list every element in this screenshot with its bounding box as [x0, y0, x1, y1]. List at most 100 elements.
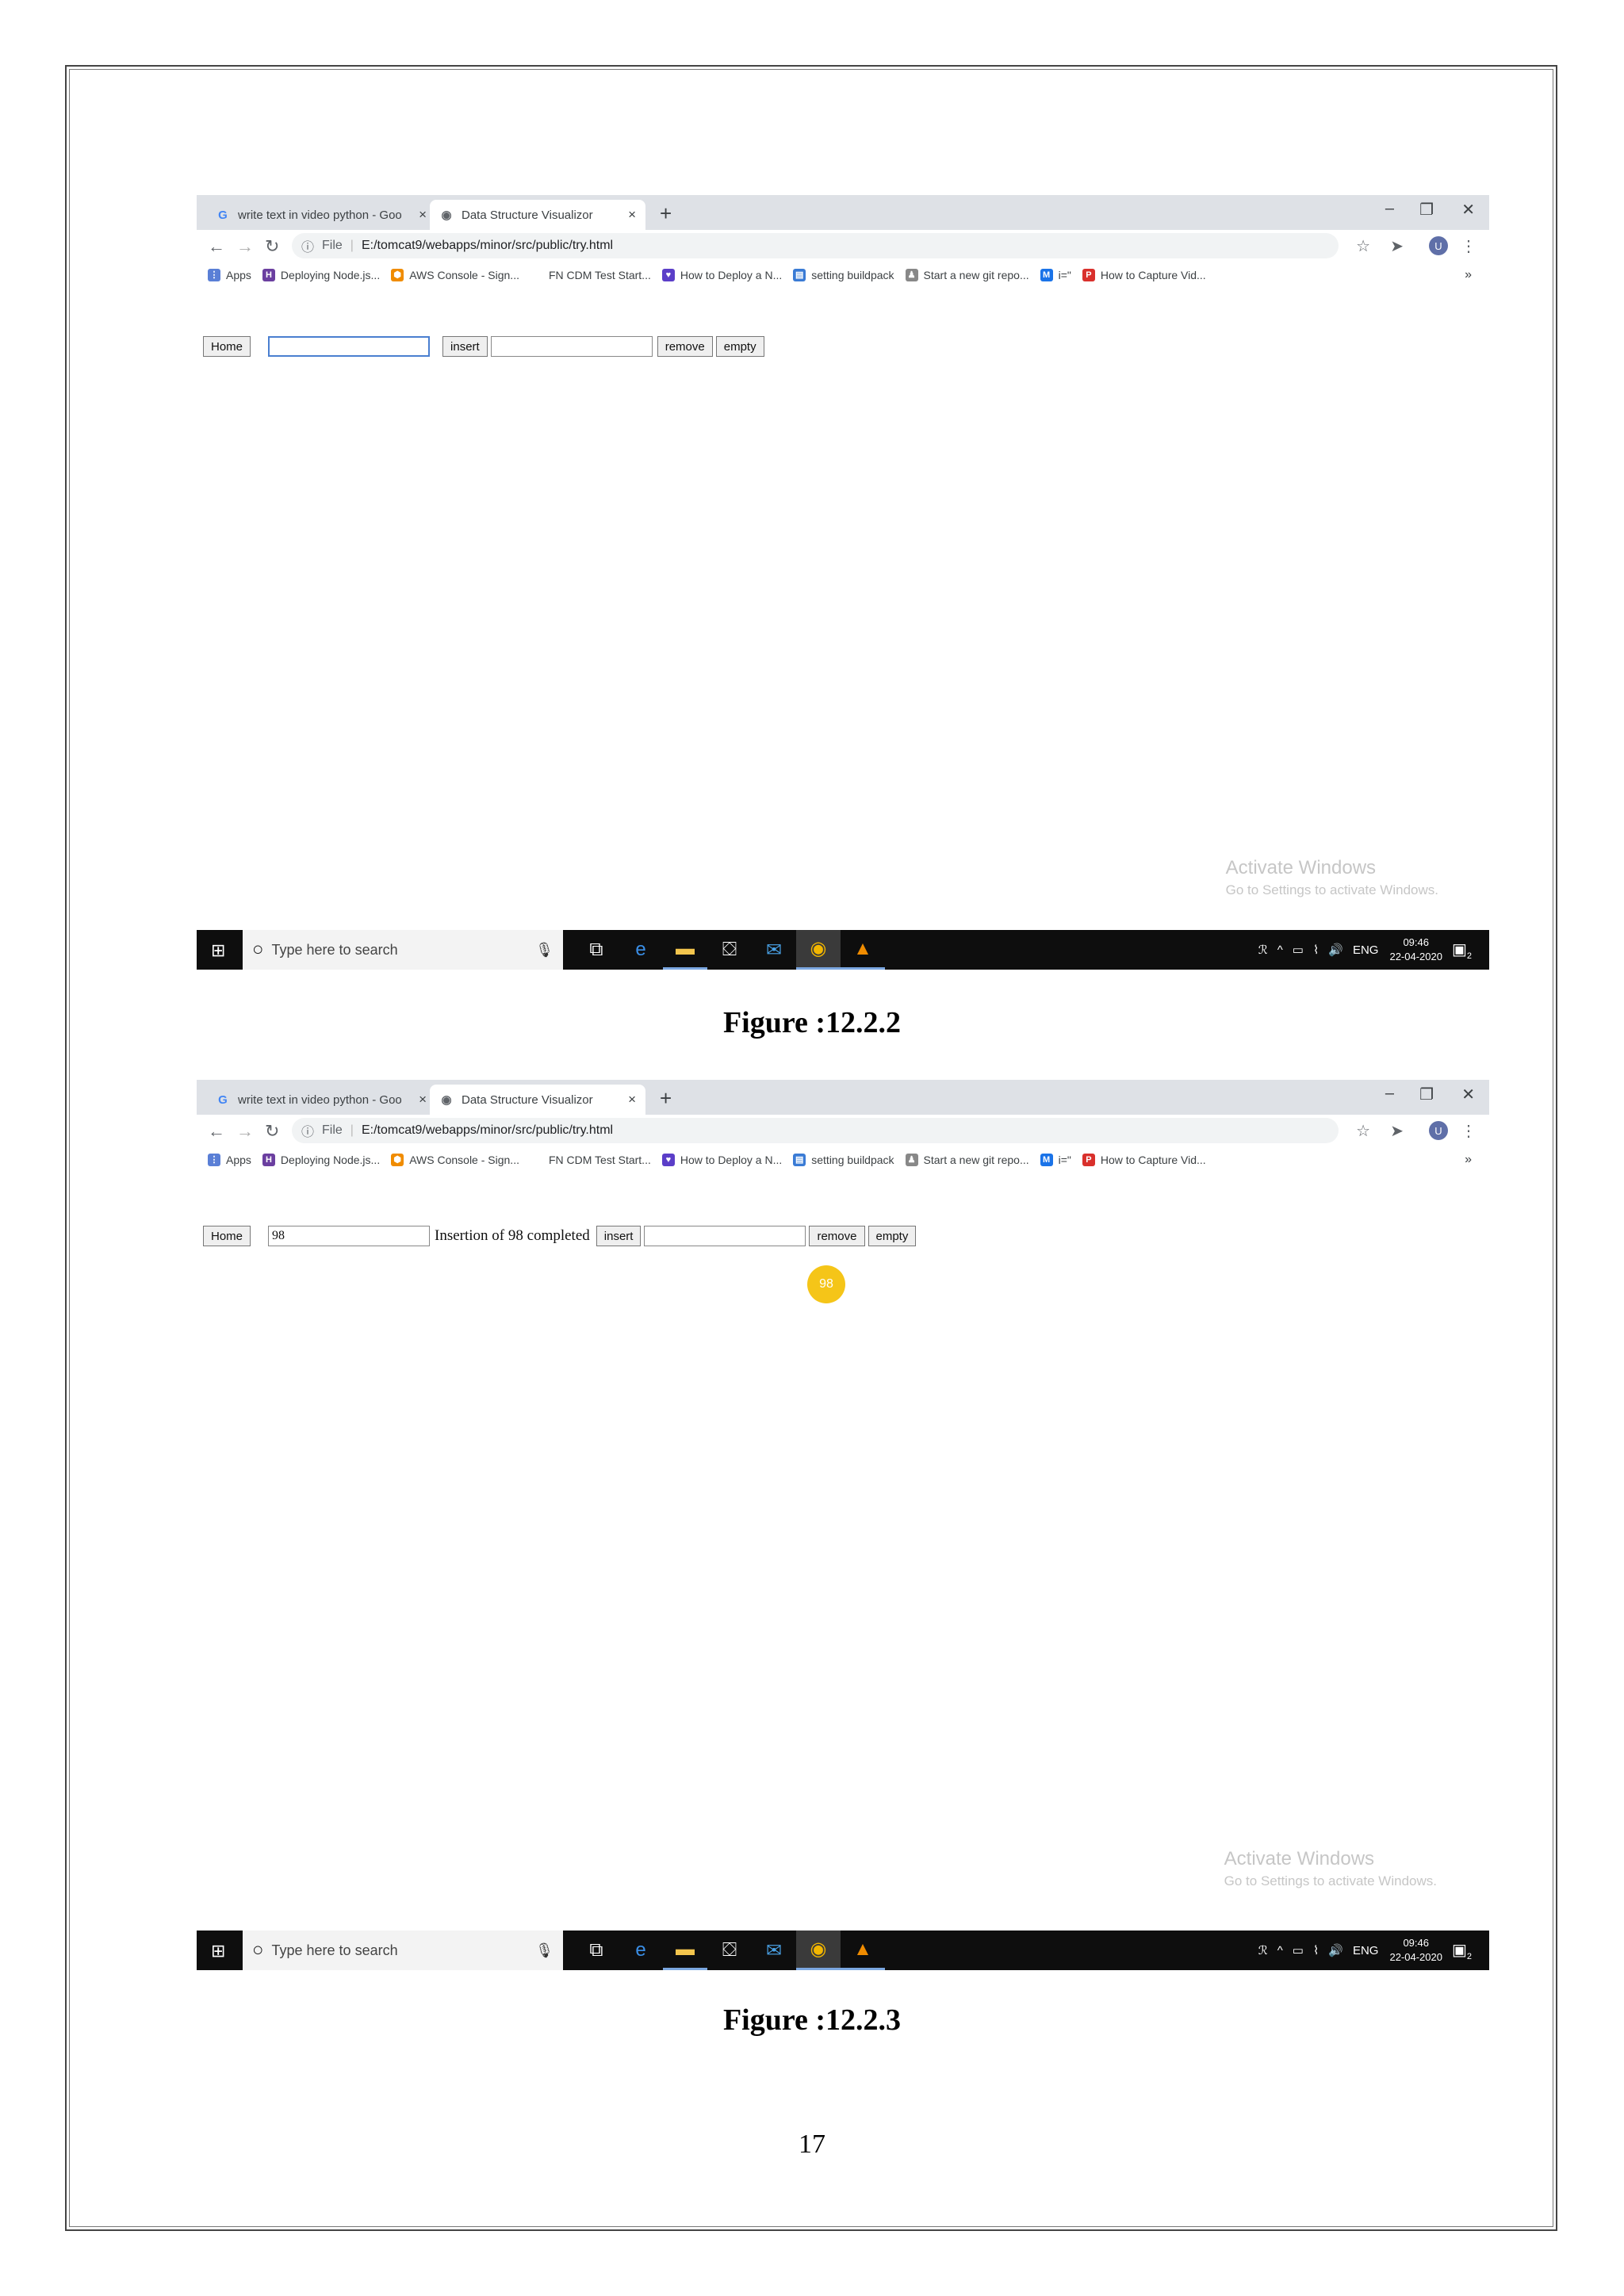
tab-close-icon[interactable]: ×	[419, 207, 427, 223]
remove-button[interactable]: remove	[657, 336, 713, 357]
bookmark-how-to-deploy[interactable]: ♥ How to Deploy a N...	[661, 269, 782, 281]
avatar[interactable]: U	[1429, 236, 1448, 255]
home-button[interactable]: Home	[203, 336, 251, 357]
bookmarks-more-icon[interactable]: »	[1465, 1153, 1472, 1167]
edge-icon[interactable]: e	[619, 1931, 663, 1970]
restore-button[interactable]: ❐	[1419, 1085, 1434, 1104]
bookmark-apps[interactable]: ⋮ Apps	[208, 269, 251, 281]
vlc-icon[interactable]: ▲	[841, 930, 885, 970]
tab-close-icon[interactable]: ×	[628, 207, 636, 223]
remove-value-input[interactable]	[644, 1226, 806, 1246]
mail-icon[interactable]: ✉	[752, 1931, 796, 1970]
home-button[interactable]: Home	[203, 1226, 251, 1246]
chevron-up-icon[interactable]: ^	[1277, 943, 1283, 957]
star-icon[interactable]: ☆	[1356, 236, 1370, 256]
value-input[interactable]	[268, 336, 431, 357]
battery-icon[interactable]: ▭	[1293, 943, 1304, 957]
file-explorer-icon[interactable]: ▬	[663, 930, 707, 970]
bookmark-start-git-repo[interactable]: ♟ Start a new git repo...	[905, 269, 1029, 281]
volume-icon[interactable]: 🔊	[1328, 943, 1343, 957]
bookmark-how-to-deploy[interactable]: ♥ How to Deploy a N...	[661, 1154, 782, 1166]
value-input[interactable]: 98	[268, 1226, 431, 1246]
window-close-button[interactable]: ✕	[1461, 1085, 1475, 1104]
forward-arrow-icon[interactable]: →	[236, 236, 254, 257]
network-icon[interactable]: ⌇	[1313, 943, 1319, 957]
notification-icon[interactable]: ▣2	[1452, 939, 1472, 961]
taskbar-search-box[interactable]: ○ Type here to search 🎙	[243, 930, 563, 970]
window-close-button[interactable]: ✕	[1461, 200, 1475, 220]
notification-icon[interactable]: ▣2	[1452, 1940, 1472, 1961]
insert-button[interactable]: insert	[442, 336, 488, 357]
battery-icon[interactable]: ▭	[1293, 1943, 1304, 1957]
address-bar[interactable]: ⓘ File | E:/tomcat9/webapps/minor/src/pu…	[292, 233, 1339, 258]
task-view-icon[interactable]: ⧉	[574, 930, 619, 970]
back-arrow-icon[interactable]: ←	[208, 236, 225, 257]
bookmark-how-to-capture[interactable]: P How to Capture Vid...	[1082, 1154, 1206, 1166]
file-explorer-icon[interactable]: ▬	[663, 1931, 707, 1970]
microphone-icon[interactable]: 🎙	[535, 942, 553, 959]
empty-button[interactable]: empty	[715, 336, 764, 357]
forward-arrow-icon[interactable]: →	[236, 1121, 254, 1142]
chevron-up-icon[interactable]: ^	[1277, 1944, 1283, 1957]
store-icon[interactable]: ⛋	[707, 930, 752, 970]
windows-start-icon[interactable]: ⊞	[211, 1941, 225, 1961]
chrome-icon[interactable]: ◉	[796, 930, 841, 970]
remove-button[interactable]: remove	[809, 1226, 865, 1246]
bookmark-deploying-node[interactable]: H Deploying Node.js...	[262, 269, 380, 281]
new-tab-button[interactable]: +	[660, 201, 672, 226]
language-indicator[interactable]: ENG	[1353, 1944, 1379, 1957]
extension-icon[interactable]: ➤	[1390, 1121, 1404, 1141]
bookmark-m[interactable]: Mi="	[1040, 1154, 1071, 1166]
restore-button[interactable]: ❐	[1419, 200, 1434, 220]
reload-icon[interactable]: ↻	[265, 1121, 279, 1142]
people-icon[interactable]: ℛ	[1258, 943, 1268, 957]
bookmark-how-to-capture[interactable]: P How to Capture Vid...	[1082, 269, 1206, 281]
tab-google-search[interactable]: G write text in video python - Goo ×	[206, 1085, 436, 1115]
clock[interactable]: 09:46 22-04-2020	[1389, 1936, 1442, 1965]
volume-icon[interactable]: 🔊	[1328, 1943, 1343, 1957]
clock[interactable]: 09:46 22-04-2020	[1389, 936, 1442, 964]
address-bar[interactable]: ⓘ File | E:/tomcat9/webapps/minor/src/pu…	[292, 1118, 1339, 1143]
bookmark-setting-buildpack[interactable]: ▤ setting buildpack	[793, 1154, 894, 1166]
tab-close-icon[interactable]: ×	[419, 1092, 427, 1108]
chrome-icon[interactable]: ◉	[796, 1931, 841, 1970]
people-icon[interactable]: ℛ	[1258, 1943, 1268, 1957]
bookmark-aws-console[interactable]: ⬢ AWS Console - Sign...	[391, 269, 519, 281]
insert-button[interactable]: insert	[596, 1226, 642, 1246]
bookmark-fn-cdm[interactable]: FN CDM Test Start...	[530, 269, 651, 281]
bookmark-apps[interactable]: ⋮ Apps	[208, 1154, 251, 1166]
task-view-icon[interactable]: ⧉	[574, 1931, 619, 1970]
mail-icon[interactable]: ✉	[752, 930, 796, 970]
tab-close-icon[interactable]: ×	[628, 1092, 636, 1108]
bookmark-aws-console[interactable]: ⬢ AWS Console - Sign...	[391, 1154, 519, 1166]
bookmark-setting-buildpack[interactable]: ▤ setting buildpack	[793, 269, 894, 281]
windows-start-icon[interactable]: ⊞	[211, 940, 225, 961]
menu-kebab-icon[interactable]: ⋮	[1461, 236, 1477, 256]
bookmark-m[interactable]: Mi="	[1040, 269, 1071, 281]
edge-icon[interactable]: e	[619, 930, 663, 970]
new-tab-button[interactable]: +	[660, 1086, 672, 1111]
avatar[interactable]: U	[1429, 1121, 1448, 1140]
back-arrow-icon[interactable]: ←	[208, 1121, 225, 1142]
bookmarks-more-icon[interactable]: »	[1465, 268, 1472, 282]
vlc-icon[interactable]: ▲	[841, 1931, 885, 1970]
menu-kebab-icon[interactable]: ⋮	[1461, 1121, 1477, 1141]
tab-google-search[interactable]: G write text in video python - Goo ×	[206, 200, 436, 230]
bookmark-start-git-repo[interactable]: ♟ Start a new git repo...	[905, 1154, 1029, 1166]
tab-data-structure-visualizor[interactable]: ◉ Data Structure Visualizor ×	[430, 1085, 645, 1115]
minimize-button[interactable]: –	[1385, 1085, 1394, 1103]
bookmark-deploying-node[interactable]: H Deploying Node.js...	[262, 1154, 380, 1166]
bookmark-fn-cdm[interactable]: FN CDM Test Start...	[530, 1154, 651, 1166]
language-indicator[interactable]: ENG	[1353, 943, 1379, 957]
taskbar-search-box[interactable]: ○ Type here to search 🎙	[243, 1931, 563, 1970]
extension-icon[interactable]: ➤	[1390, 236, 1404, 256]
reload-icon[interactable]: ↻	[265, 236, 279, 257]
minimize-button[interactable]: –	[1385, 200, 1394, 218]
star-icon[interactable]: ☆	[1356, 1121, 1370, 1141]
remove-value-input[interactable]	[490, 336, 653, 357]
store-icon[interactable]: ⛋	[707, 1931, 752, 1970]
network-icon[interactable]: ⌇	[1313, 1943, 1319, 1957]
empty-button[interactable]: empty	[868, 1226, 917, 1246]
tab-data-structure-visualizor[interactable]: ◉ Data Structure Visualizor ×	[430, 200, 645, 230]
microphone-icon[interactable]: 🎙	[535, 1942, 553, 1959]
